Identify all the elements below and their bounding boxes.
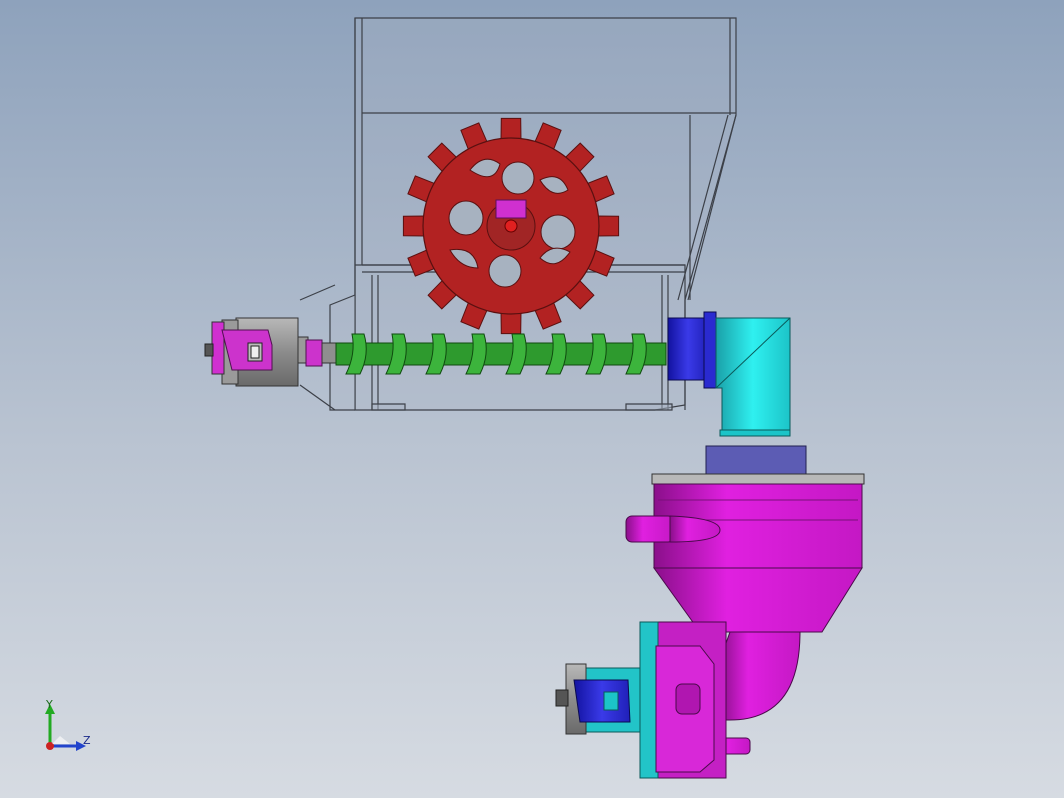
inlet-port [625,515,675,543]
screw-motor[interactable] [204,317,309,387]
lower-pump[interactable] [555,621,727,779]
cad-viewport[interactable]: Y Z [0,0,1064,798]
axis-triad [45,704,86,751]
axis-y-label: Y [46,698,53,711]
outlet-flange [667,311,717,389]
assembly-view[interactable] [0,0,1064,798]
gear-tooth [402,215,427,237]
gear-hub-clamp [495,199,527,219]
gear-tooth [500,310,522,335]
elbow-pipe [715,317,791,437]
axis-z-label: Z [83,734,91,747]
gear-tooth [500,117,522,142]
coupling [305,339,337,367]
gear[interactable] [402,117,620,335]
gear-tooth [595,215,620,237]
